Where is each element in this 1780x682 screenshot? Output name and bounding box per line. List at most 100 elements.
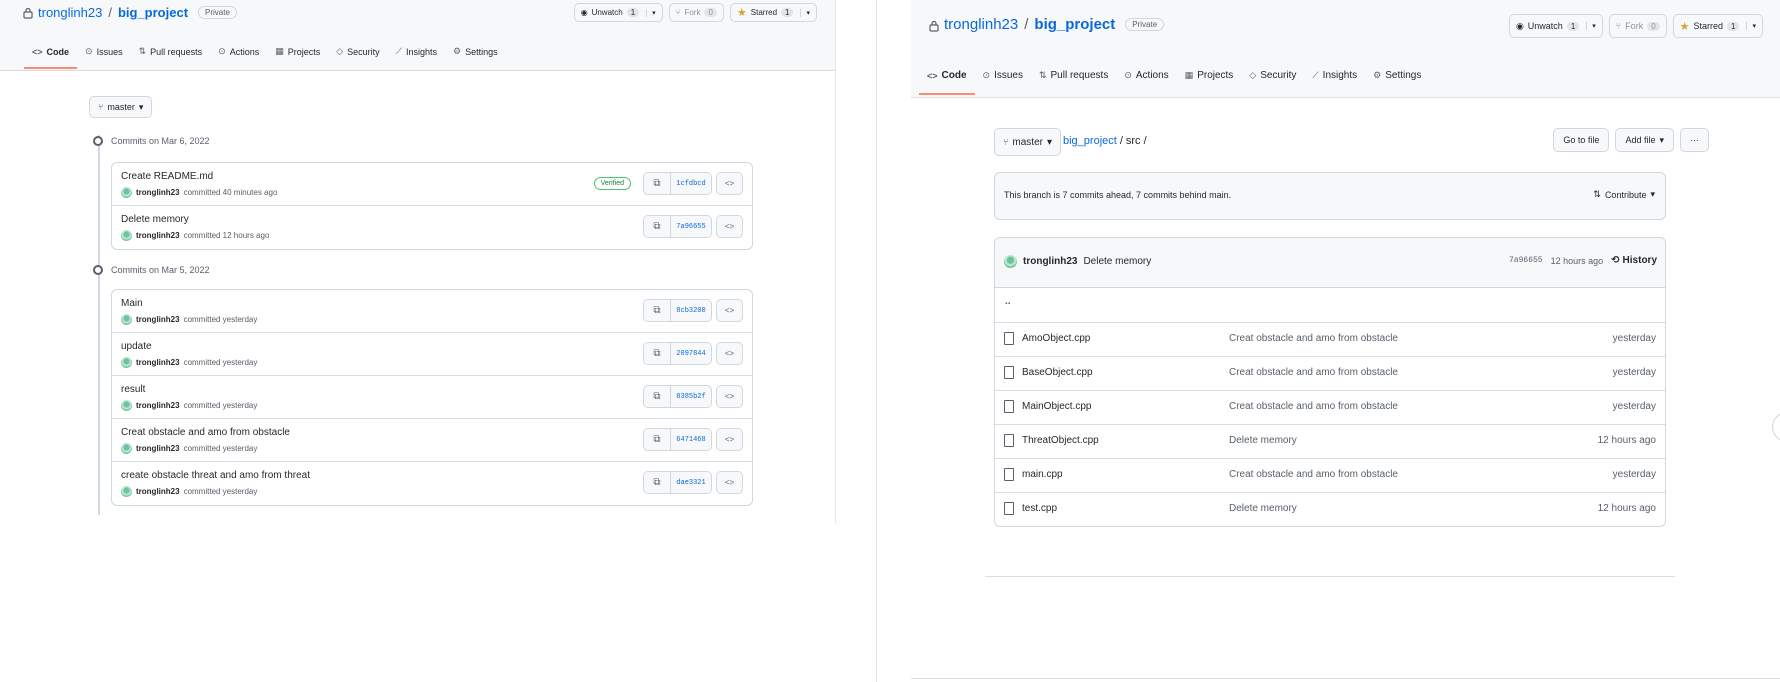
fork-button[interactable]: ⑂ Fork 0 [668, 3, 724, 22]
avatar[interactable] [121, 400, 132, 411]
copy-icon[interactable]: ⧉ [644, 300, 671, 321]
commit-author-link[interactable]: tronglinh23 [136, 358, 180, 367]
file-commit-message-link[interactable]: Creat obstacle and amo from obstacle [1229, 469, 1398, 480]
commit-sha-link[interactable]: 8cb3200 [671, 300, 711, 321]
branch-select-button[interactable]: ⑂ master ▾ [994, 128, 1061, 156]
fork-label: Fork [1625, 21, 1644, 31]
more-options-button[interactable]: ··· [1680, 128, 1709, 152]
latest-commit-message-link[interactable]: Delete memory [1083, 256, 1151, 267]
avatar[interactable] [121, 443, 132, 454]
file-name-link[interactable]: main.cpp [1022, 469, 1063, 480]
commit-message-link[interactable]: create obstacle threat and amo from thre… [121, 470, 310, 481]
add-file-button[interactable]: Add file ▾ [1615, 128, 1674, 152]
commit-author-link[interactable]: tronglinh23 [136, 487, 180, 496]
chevron-down-icon: ▾ [138, 101, 144, 112]
repo-owner-link[interactable]: tronglinh23 [944, 16, 1018, 33]
commit-author-link[interactable]: tronglinh23 [136, 188, 180, 197]
commit-sha-link[interactable]: 2097844 [671, 343, 711, 364]
file-name-link[interactable]: AmoObject.cpp [1022, 333, 1090, 344]
tab-pull-requests[interactable]: ⇅ Pull requests [1031, 62, 1116, 95]
tab-settings[interactable]: ⚙ Settings [445, 40, 506, 69]
tab-projects[interactable]: ▦ Projects [267, 40, 328, 69]
browse-code-button[interactable]: <> [716, 172, 743, 195]
tab-security[interactable]: ◇ Security [328, 40, 387, 69]
file-commit-message-link[interactable]: Creat obstacle and amo from obstacle [1229, 367, 1398, 378]
browse-code-button[interactable]: <> [716, 299, 743, 322]
copy-icon[interactable]: ⧉ [644, 173, 671, 194]
tab-settings[interactable]: ⚙ Settings [1365, 62, 1429, 95]
browse-code-button[interactable]: <> [716, 342, 743, 365]
commit-message-link[interactable]: result [121, 384, 145, 395]
tab-issues[interactable]: ⊙ Issues [77, 40, 131, 69]
browse-code-button[interactable]: <> [716, 428, 743, 451]
avatar[interactable] [121, 187, 132, 198]
repo-name-link[interactable]: big_project [1034, 16, 1115, 33]
star-button[interactable]: ★ Starred 1 ▾ [729, 3, 817, 22]
copy-icon[interactable]: ⧉ [644, 343, 671, 364]
tab-actions[interactable]: ⊙ Actions [1116, 62, 1176, 95]
avatar[interactable] [121, 486, 132, 497]
tab-insights[interactable]: ⟋ Insights [1304, 62, 1365, 95]
avatar[interactable] [121, 314, 132, 325]
tab-security[interactable]: ◇ Security [1241, 62, 1304, 95]
go-to-file-button[interactable]: Go to file [1553, 128, 1610, 152]
history-link[interactable]: ⟲ History [1611, 255, 1657, 266]
copy-icon[interactable]: ⧉ [644, 472, 671, 493]
unwatch-button[interactable]: ◉ Unwatch 1 ▾ [573, 3, 663, 22]
repo-name-link[interactable]: big_project [118, 5, 188, 20]
commit-author-link[interactable]: tronglinh23 [136, 231, 180, 240]
repo-owner-link[interactable]: tronglinh23 [38, 5, 102, 20]
commit-sha-link[interactable]: 6471468 [671, 429, 711, 450]
fork-button[interactable]: ⑂ Fork 0 [1608, 14, 1667, 38]
file-commit-message-link[interactable]: Creat obstacle and amo from obstacle [1229, 401, 1398, 412]
file-commit-message-link[interactable]: Creat obstacle and amo from obstacle [1229, 333, 1398, 344]
tab-code[interactable]: <> Code [24, 40, 78, 69]
branch-select-button[interactable]: ⑂ master ▾ [89, 96, 153, 118]
copy-icon[interactable]: ⧉ [644, 429, 671, 450]
copy-icon[interactable]: ⧉ [644, 216, 671, 237]
browse-code-button[interactable]: <> [716, 471, 743, 494]
browse-code-button[interactable]: <> [716, 215, 743, 238]
commit-message-link[interactable]: update [121, 341, 152, 352]
contribute-button[interactable]: ⇅ Contribute ▾ [1593, 189, 1655, 200]
file-name-link[interactable]: test.cpp [1022, 503, 1057, 514]
verified-badge[interactable]: Verified [593, 177, 631, 190]
file-commit-message-link[interactable]: Delete memory [1229, 435, 1297, 446]
parent-directory-row[interactable]: .. [995, 288, 1665, 322]
tab-issues[interactable]: ⊙ Issues [975, 62, 1031, 95]
commit-sha-link[interactable]: dae3321 [671, 472, 711, 493]
commit-author-link[interactable]: tronglinh23 [136, 401, 180, 410]
commit-message-link[interactable]: Delete memory [121, 214, 189, 225]
unwatch-button[interactable]: ◉ Unwatch 1 ▾ [1508, 14, 1603, 38]
commit-author-link[interactable]: tronglinh23 [136, 444, 180, 453]
code-icon: <> [724, 222, 735, 231]
avatar[interactable] [121, 357, 132, 368]
commit-sha-link[interactable]: 1cfdbcd [671, 173, 711, 194]
file-icon [1004, 366, 1014, 379]
latest-commit-sha-link[interactable]: 7a96655 [1509, 256, 1543, 265]
file-name-link[interactable]: BaseObject.cpp [1022, 367, 1093, 378]
browse-code-button[interactable]: <> [716, 385, 743, 408]
tab-pull-requests[interactable]: ⇅ Pull requests [131, 40, 211, 69]
file-name-link[interactable]: MainObject.cpp [1022, 401, 1091, 412]
parent-directory-link[interactable]: .. [1005, 296, 1011, 307]
commit-message-link[interactable]: Create README.md [121, 171, 213, 182]
commit-sha-link[interactable]: 7a96655 [671, 216, 711, 237]
file-name-link[interactable]: ThreatObject.cpp [1022, 435, 1099, 446]
tab-actions[interactable]: ⊙ Actions [210, 40, 267, 69]
latest-commit-author-link[interactable]: tronglinh23 [1023, 256, 1077, 267]
tab-code[interactable]: <> Code [919, 62, 975, 95]
commit-sha-link[interactable]: 8385b2f [671, 386, 711, 407]
star-button[interactable]: ★ Starred 1 ▾ [1672, 14, 1763, 38]
commit-message-link[interactable]: Creat obstacle and amo from obstacle [121, 427, 290, 438]
tab-projects[interactable]: ▦ Projects [1177, 62, 1242, 95]
avatar[interactable] [1004, 255, 1017, 268]
breadcrumb-repo-link[interactable]: big_project [1063, 135, 1117, 147]
copy-icon[interactable]: ⧉ [644, 386, 671, 407]
avatar[interactable] [121, 230, 132, 241]
commit-message-link[interactable]: Main [121, 298, 143, 309]
tab-label: Projects [287, 46, 321, 57]
file-commit-message-link[interactable]: Delete memory [1229, 503, 1297, 514]
tab-insights[interactable]: ⟋ Insights [388, 40, 445, 69]
commit-author-link[interactable]: tronglinh23 [136, 315, 180, 324]
